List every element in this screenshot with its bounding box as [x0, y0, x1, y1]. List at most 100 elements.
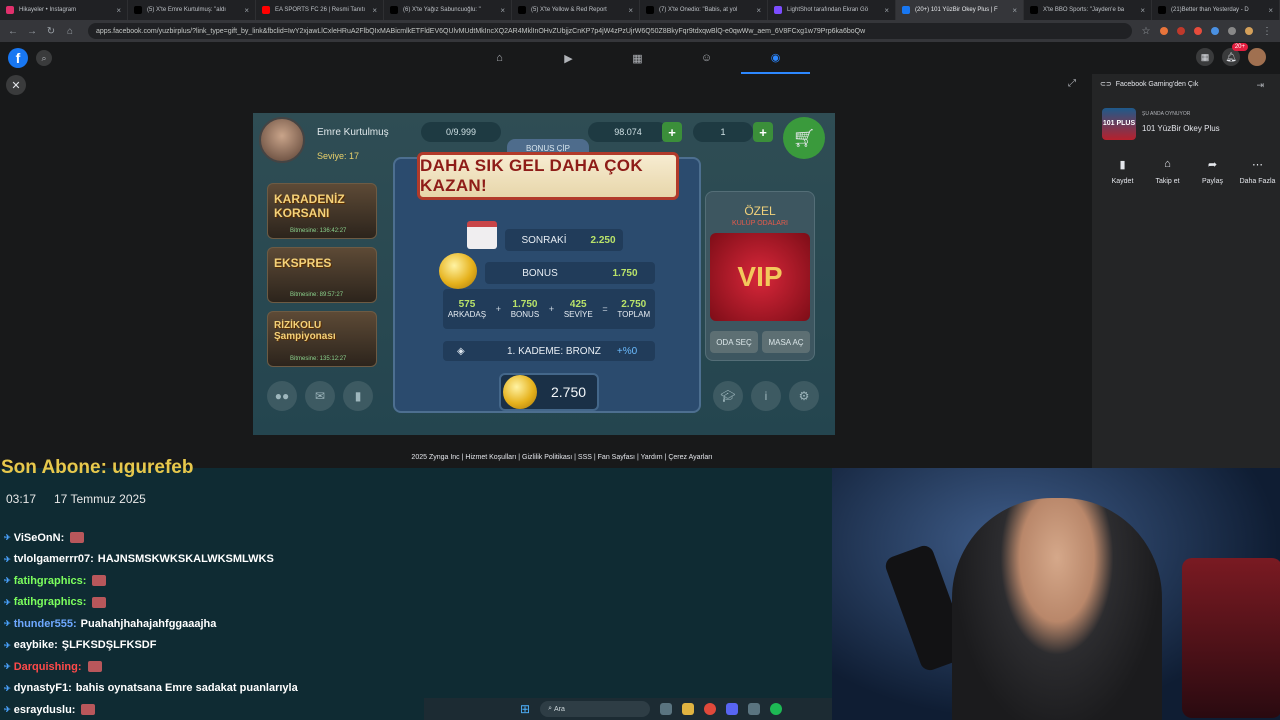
panel-collapse-icon[interactable]: ⇥ [1256, 80, 1264, 91]
tab-label: X'te BBO Sports: "Jayden'e ba [1043, 7, 1125, 13]
bonus-popup: BONUS ÇİP DAHA SIK GEL DAHA ÇOK KAZAN! S… [393, 139, 701, 413]
tab-close-icon[interactable]: × [116, 6, 121, 15]
collect-bonus-button[interactable]: 2.750 [499, 373, 599, 411]
extension-icon[interactable] [1211, 27, 1219, 35]
chrome-icon[interactable] [704, 703, 717, 715]
chat-username: tvlolgamerrr07: [13, 553, 94, 566]
task-view-icon[interactable] [660, 703, 673, 715]
chat-text: Puahahjhahajahfggaaajha [80, 617, 217, 630]
tournament-card[interactable]: RİZİKOLU Şampiyonası Bitmesine: 135:12:2… [267, 311, 377, 367]
more-button[interactable]: ⋯ Daha Fazla [1235, 154, 1280, 186]
apps-menu-icon[interactable]: ▦ [1196, 48, 1214, 66]
browser-tab[interactable]: (6) X'te Yağız Sabuncuoğlu: " × [384, 0, 512, 20]
chat-text: bahis oynatsana Emre sadakat puanlarıyla [75, 682, 298, 695]
buy-tickets-button[interactable]: + [753, 122, 773, 142]
browser-tab[interactable]: (7) X'te Onedio: "Babis, at yol × [640, 0, 768, 20]
next-bonus-row: SONRAKİ 2.250 [505, 229, 623, 251]
chat-message: ✈ dynastyF1: bahis oynatsana Emre sadakat … [4, 678, 424, 700]
last-subscriber: Son Abone: ugurefeb [1, 457, 194, 478]
browser-tab[interactable]: (20+) 101 YüzBir Okey Plus | F × [896, 0, 1024, 20]
notification-badge: 20+ [1231, 43, 1248, 51]
level-label: SEVİYE [563, 310, 593, 319]
browser-tab[interactable]: EA SPORTS FC 26 | Resmi Tanıtı × [256, 0, 384, 20]
browser-toolbar: ← → ↻ ⌂ apps.facebook.com/yuzbirplus/?li… [0, 20, 1280, 42]
taskbar-search[interactable]: ⌕ Ara [540, 701, 651, 717]
spotify-icon[interactable] [770, 703, 783, 715]
kick-badge-icon: ✈ [4, 533, 11, 543]
info-icon[interactable]: i [751, 381, 781, 411]
app-icon[interactable] [748, 703, 761, 715]
open-table-button[interactable]: MASA AÇ [762, 331, 810, 353]
tab-favicon-icon [1030, 6, 1038, 14]
tab-close-icon[interactable]: × [1268, 6, 1273, 15]
browser-tab[interactable]: X'te BBO Sports: "Jayden'e ba × [1024, 0, 1152, 20]
profile-avatar[interactable] [1248, 48, 1266, 66]
save-button[interactable]: ▮ Kaydet [1100, 154, 1145, 186]
notifications-icon[interactable]: 🔔︎ 20+ [1222, 43, 1248, 66]
close-icon[interactable]: ✕ [6, 75, 26, 95]
tournament-card[interactable]: KARADENİZ KORSANI Bitmesine: 136:42:27 [267, 183, 377, 239]
extension-icon[interactable] [1177, 27, 1185, 35]
kick-badge-icon: ✈ [4, 640, 11, 650]
facebook-logo-icon[interactable]: f [8, 48, 28, 68]
address-bar[interactable]: apps.facebook.com/yuzbirplus/?link_type=… [88, 23, 1132, 39]
tournament-card[interactable]: EKSPRES Bitmesine: 89:57:27 [267, 247, 377, 303]
calendar-icon [467, 221, 497, 249]
windows-start-icon[interactable]: ⊞ [520, 702, 530, 716]
tutorial-icon[interactable]: 🎓︎ [713, 381, 743, 411]
tab-favicon-icon [390, 6, 398, 14]
browser-tab[interactable]: (5) X'te Emre Kurtulmuş: "aldı × [128, 0, 256, 20]
tab-close-icon[interactable]: × [372, 6, 377, 15]
forward-icon[interactable]: → [27, 26, 37, 37]
extension-icon[interactable] [1194, 27, 1202, 35]
vip-badge: VIP [710, 233, 810, 321]
buy-chips-button[interactable]: + [662, 122, 682, 142]
tab-close-icon[interactable]: × [628, 6, 633, 15]
menu-dots-icon[interactable]: ⋮ [1262, 26, 1272, 37]
search-icon[interactable]: ⌕ [36, 50, 52, 66]
player-name: Emre Kurtulmuş [317, 127, 389, 138]
browser-tab[interactable]: LightShot tarafından Ekran Gö × [768, 0, 896, 20]
leaderboard-icon[interactable]: ▮ [343, 381, 373, 411]
share-button[interactable]: ➦ Paylaş [1190, 154, 1235, 186]
tab-close-icon[interactable]: × [244, 6, 249, 15]
tab-close-icon[interactable]: × [884, 6, 889, 15]
browser-tab[interactable]: (5) X'te Yellow & Red Report × [512, 0, 640, 20]
video-icon[interactable]: ▶ [534, 42, 603, 74]
back-icon[interactable]: ← [8, 26, 18, 37]
tab-close-icon[interactable]: × [756, 6, 761, 15]
bookmark-star-icon[interactable]: ☆ [1141, 26, 1151, 37]
fullscreen-icon[interactable]: ⤢ [1068, 78, 1076, 89]
tab-close-icon[interactable]: × [1140, 6, 1145, 15]
groups-icon[interactable]: ☺ [672, 42, 741, 74]
home-icon[interactable]: ⌂ [465, 42, 534, 74]
follow-button[interactable]: ⌂ Takip et [1145, 154, 1190, 185]
reload-icon[interactable]: ↻ [46, 26, 56, 37]
browser-tab[interactable]: Hikayeler • Instagram × [0, 0, 128, 20]
level-value: 425 [569, 299, 587, 310]
mail-icon[interactable]: ✉ [305, 381, 335, 411]
marketplace-icon[interactable]: ▦ [603, 42, 672, 74]
game-name[interactable]: 101 YüzBir Okey Plus [1142, 124, 1220, 133]
choose-room-button[interactable]: ODA SEÇ [710, 331, 758, 353]
browser-tab[interactable]: (21)Better than Yesterday - D × [1152, 0, 1280, 20]
gaming-icon[interactable]: ◉ [741, 42, 810, 74]
next-label: SONRAKİ [521, 234, 567, 246]
player-avatar[interactable] [259, 117, 305, 163]
settings-gear-icon[interactable]: ⚙ [789, 381, 819, 411]
game-thumbnail[interactable]: 101 PLUS [1102, 108, 1136, 140]
shop-cart-icon[interactable]: 🛒︎ [783, 117, 825, 159]
tab-close-icon[interactable]: × [1012, 6, 1017, 15]
extension-icon[interactable] [1228, 27, 1236, 35]
folder-icon[interactable] [682, 703, 695, 715]
extension-icon[interactable] [1160, 27, 1168, 35]
exit-gaming-link[interactable]: ⊂⊃ Facebook Gaming'den Çık [1100, 80, 1198, 89]
tab-close-icon[interactable]: × [500, 6, 505, 15]
friends-icon[interactable]: ●● [267, 381, 297, 411]
more-label: Daha Fazla [1239, 178, 1276, 185]
home-icon[interactable]: ⌂ [65, 26, 75, 37]
profile-avatar-icon[interactable] [1245, 27, 1253, 35]
discord-icon[interactable] [726, 703, 739, 715]
kick-badge-icon: ✈ [4, 597, 11, 607]
tier-label: 1. KADEME: BRONZ [507, 345, 601, 357]
